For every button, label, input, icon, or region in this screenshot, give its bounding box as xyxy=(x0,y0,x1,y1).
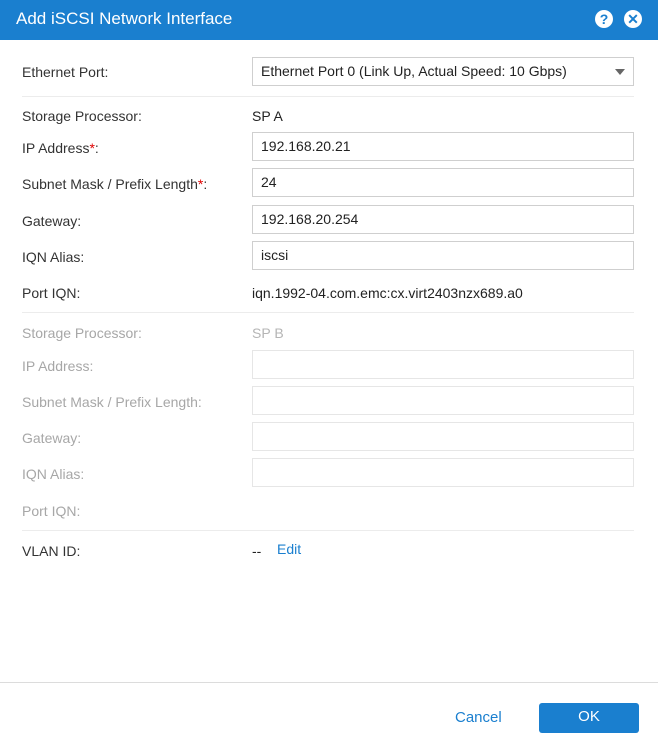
divider xyxy=(22,96,634,97)
vlan-id-label: VLAN ID: xyxy=(22,543,81,559)
close-icon[interactable]: ✕ xyxy=(624,10,642,28)
label-colon: : xyxy=(94,140,99,156)
sp-a-port-iqn-value: iqn.1992-04.com.emc:cx.virt2403nzx689.a0 xyxy=(252,285,523,301)
cancel-button[interactable]: Cancel xyxy=(455,708,502,728)
sp-b-iqn-alias-input xyxy=(252,458,634,487)
sp-b-gateway-label: Gateway: xyxy=(22,430,82,446)
sp-a-subnet-label: Subnet Mask / Prefix Length*: xyxy=(22,175,207,193)
ok-button[interactable]: OK xyxy=(539,703,639,733)
sp-b-ip-label: IP Address: xyxy=(22,358,94,374)
sp-a-gateway-label: Gateway: xyxy=(22,213,82,229)
dialog-header: Add iSCSI Network Interface ? ✕ xyxy=(0,0,658,40)
sp-b-storage-processor-label: Storage Processor: xyxy=(22,325,142,341)
sp-b-gateway-input xyxy=(252,422,634,451)
sp-a-storage-processor-value: SP A xyxy=(252,108,283,124)
chevron-down-icon xyxy=(615,69,625,75)
sp-a-storage-processor-label: Storage Processor: xyxy=(22,108,142,124)
help-icon[interactable]: ? xyxy=(595,10,613,28)
sp-a-ip-input[interactable]: 192.168.20.21 xyxy=(252,132,634,161)
sp-b-subnet-label: Subnet Mask / Prefix Length: xyxy=(22,394,202,410)
label-colon: : xyxy=(203,176,208,192)
sp-a-ip-label-text: IP Address xyxy=(22,140,90,156)
sp-b-iqn-alias-label: IQN Alias: xyxy=(22,466,85,482)
sp-a-subnet-label-text: Subnet Mask / Prefix Length xyxy=(22,176,198,192)
sp-a-port-iqn-label: Port IQN: xyxy=(22,285,81,301)
vlan-id-value: -- xyxy=(252,543,262,559)
ethernet-port-select[interactable]: Ethernet Port 0 (Link Up, Actual Speed: … xyxy=(252,57,634,86)
divider xyxy=(22,312,634,313)
sp-b-subnet-input xyxy=(252,386,634,415)
sp-b-port-iqn-label: Port IQN: xyxy=(22,503,81,519)
sp-a-iqn-alias-input[interactable]: iscsi xyxy=(252,241,634,270)
ethernet-port-label: Ethernet Port: xyxy=(22,64,109,80)
dialog-title: Add iSCSI Network Interface xyxy=(16,9,233,28)
sp-a-subnet-input[interactable]: 24 xyxy=(252,168,634,197)
sp-b-ip-input xyxy=(252,350,634,379)
sp-a-iqn-alias-label: IQN Alias: xyxy=(22,249,85,265)
sp-a-gateway-input[interactable]: 192.168.20.254 xyxy=(252,205,634,234)
footer-divider xyxy=(0,682,658,683)
divider xyxy=(22,530,634,531)
ethernet-port-value: Ethernet Port 0 (Link Up, Actual Speed: … xyxy=(261,63,567,79)
sp-b-storage-processor-value: SP B xyxy=(252,325,284,341)
sp-a-ip-label: IP Address*: xyxy=(22,139,99,157)
vlan-edit-link[interactable]: Edit xyxy=(277,540,301,558)
